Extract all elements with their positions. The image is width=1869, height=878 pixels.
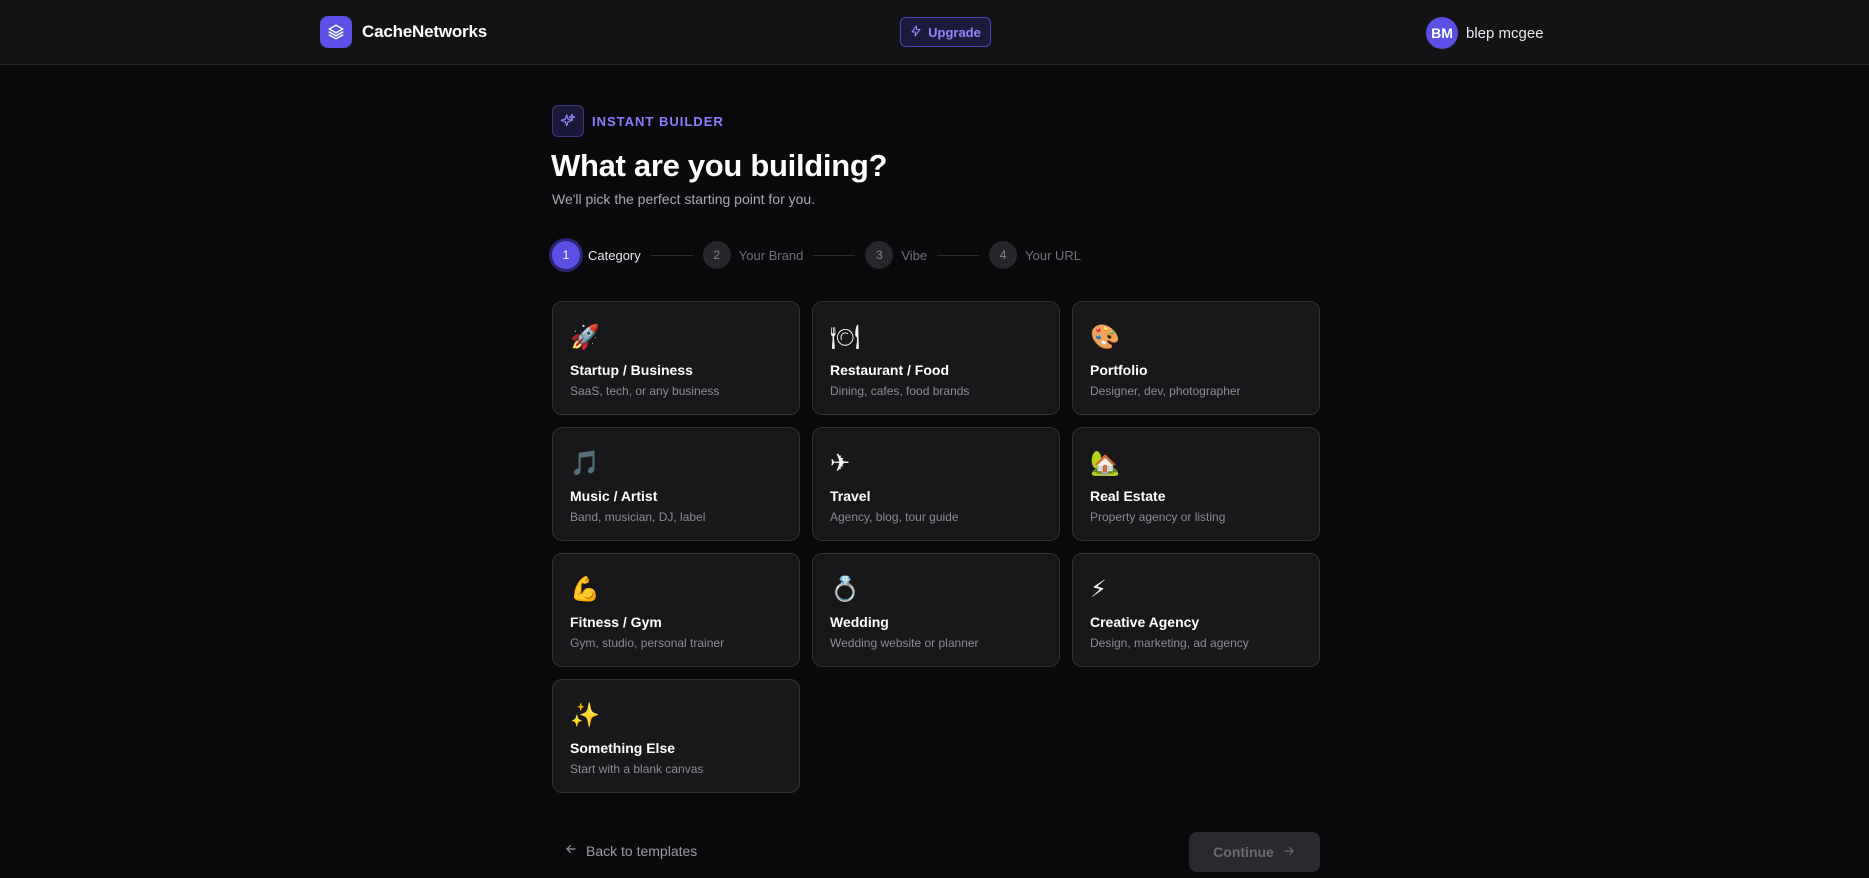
badge-label: INSTANT BUILDER (592, 113, 724, 129)
category-card-fitness-gym[interactable]: 💪 Fitness / Gym Gym, studio, personal tr… (552, 553, 800, 667)
category-grid: 🚀 Startup / Business SaaS, tech, or any … (552, 301, 1320, 793)
step-your-url[interactable]: 4 Your URL (989, 241, 1081, 269)
card-title: Fitness / Gym (570, 614, 662, 630)
user-menu[interactable]: BM blep mcgee (1426, 17, 1544, 49)
brand-name: CacheNetworks (362, 22, 487, 41)
palette-icon: 🎨 (1090, 323, 1120, 351)
airplane-icon: ✈ (830, 449, 851, 477)
card-description: Designer, dev, photographer (1090, 384, 1241, 398)
top-navbar: CacheNetworks Upgrade BM blep mcgee (0, 0, 1869, 65)
step-label: Your URL (1025, 247, 1082, 263)
step-number: 1 (552, 241, 580, 269)
upgrade-label: Upgrade (928, 24, 981, 40)
step-label: Your Brand (738, 247, 804, 263)
rocket-icon: 🚀 (570, 323, 600, 351)
house-icon: 🏡 (1090, 449, 1120, 477)
step-divider (937, 254, 980, 256)
brand[interactable]: CacheNetworks (320, 16, 487, 48)
card-description: Property agency or listing (1090, 510, 1226, 524)
user-name: blep mcgee (1466, 24, 1544, 42)
card-description: Start with a blank canvas (570, 762, 704, 776)
card-description: Band, musician, DJ, label (570, 510, 706, 524)
page-title: What are you building? (551, 148, 888, 183)
continue-label: Continue (1213, 844, 1274, 860)
step-label: Vibe (901, 247, 928, 263)
avatar: BM (1426, 17, 1458, 49)
card-title: Restaurant / Food (830, 362, 950, 378)
arrow-right-icon (1282, 844, 1296, 861)
card-title: Something Else (570, 740, 676, 756)
card-description: Agency, blog, tour guide (830, 510, 959, 524)
step-number: 4 (989, 241, 1018, 269)
step-vibe[interactable]: 3 Vibe (865, 241, 927, 269)
card-title: Travel (830, 488, 871, 504)
stepper: 1 Category 2 Your Brand 3 Vibe 4 Your UR… (552, 241, 1081, 269)
card-description: Dining, cafes, food brands (830, 384, 970, 398)
category-card-portfolio[interactable]: 🎨 Portfolio Designer, dev, photographer (1072, 301, 1320, 415)
instant-builder-badge: INSTANT BUILDER (552, 105, 724, 137)
category-card-something-else[interactable]: ✨ Something Else Start with a blank canv… (552, 679, 800, 793)
sparkles-icon: ✨ (570, 701, 600, 729)
sparkles-icon (552, 105, 584, 137)
upgrade-button[interactable]: Upgrade (900, 17, 991, 47)
step-number: 3 (865, 241, 894, 269)
step-divider (650, 254, 693, 256)
page-subtitle: We'll pick the perfect starting point fo… (552, 191, 816, 207)
continue-button[interactable]: Continue (1189, 832, 1320, 872)
category-card-restaurant-food[interactable]: 🍽 Restaurant / Food Dining, cafes, food … (812, 301, 1060, 415)
category-card-wedding[interactable]: 💍 Wedding Wedding website or planner (812, 553, 1060, 667)
card-title: Wedding (830, 614, 889, 630)
step-your-brand[interactable]: 2 Your Brand (702, 241, 804, 269)
card-title: Startup / Business (570, 362, 693, 378)
card-description: Wedding website or planner (830, 636, 979, 650)
lightning-icon: ⚡ (1090, 575, 1107, 603)
category-card-music-artist[interactable]: 🎵 Music / Artist Band, musician, DJ, lab… (552, 427, 800, 541)
layers-icon (320, 16, 352, 48)
card-description: Design, marketing, ad agency (1090, 636, 1249, 650)
category-card-startup-business[interactable]: 🚀 Startup / Business SaaS, tech, or any … (552, 301, 800, 415)
ring-icon: 💍 (830, 575, 860, 603)
step-number: 2 (702, 241, 731, 269)
lightning-icon (910, 24, 922, 40)
category-card-creative-agency[interactable]: ⚡ Creative Agency Design, marketing, ad … (1072, 553, 1320, 667)
card-title: Music / Artist (570, 488, 658, 504)
step-label: Category (588, 247, 641, 263)
card-description: Gym, studio, personal trainer (570, 636, 725, 650)
music-note-icon: 🎵 (570, 449, 600, 477)
card-title: Real Estate (1090, 488, 1166, 504)
card-description: SaaS, tech, or any business (570, 384, 720, 398)
category-card-real-estate[interactable]: 🏡 Real Estate Property agency or listing (1072, 427, 1320, 541)
arrow-left-icon (564, 842, 578, 859)
plate-icon: 🍽 (830, 323, 861, 351)
category-card-travel[interactable]: ✈ Travel Agency, blog, tour guide (812, 427, 1060, 541)
step-category[interactable]: 1 Category (552, 241, 641, 269)
card-title: Creative Agency (1090, 614, 1200, 630)
back-label: Back to templates (586, 842, 698, 859)
step-divider (813, 254, 856, 256)
back-to-templates-link[interactable]: Back to templates (564, 842, 697, 859)
card-title: Portfolio (1090, 362, 1148, 378)
flexed-bicep-icon: 💪 (570, 575, 600, 603)
